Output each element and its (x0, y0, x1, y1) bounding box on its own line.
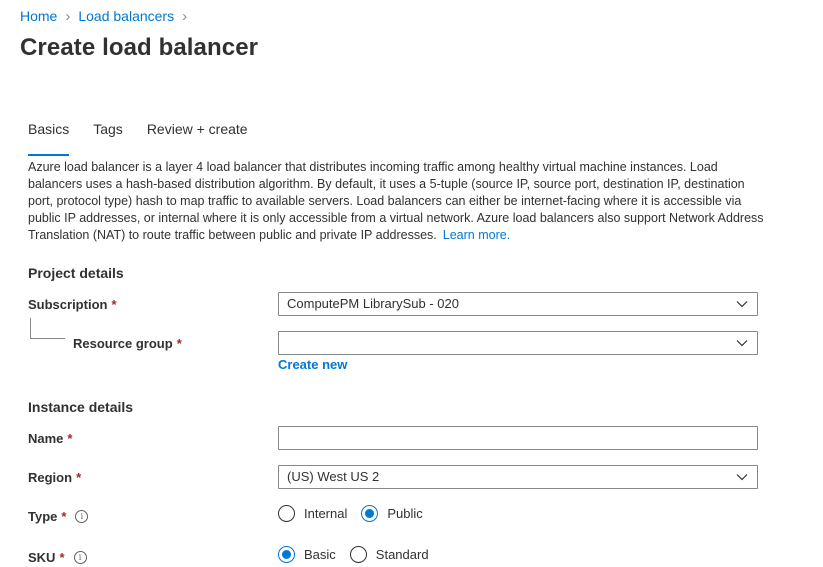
name-input[interactable] (278, 426, 758, 450)
page-title: Create load balancer (20, 34, 259, 61)
required-asterisk: * (61, 509, 67, 524)
region-dropdown[interactable]: (US) West US 2 (278, 465, 758, 489)
type-label: Type * i (28, 509, 89, 524)
sku-label-text: SKU (28, 550, 56, 565)
breadcrumb-load-balancers-link[interactable]: Load balancers (78, 8, 174, 24)
tab-bar: Basics Tags Review + create (28, 121, 272, 156)
type-radio-group: Internal Public (278, 505, 431, 522)
radio-circle (278, 505, 295, 522)
required-asterisk: * (176, 336, 182, 351)
breadcrumb-home-link[interactable]: Home (20, 8, 57, 24)
tab-review-create[interactable]: Review + create (147, 121, 248, 147)
chevron-down-icon (736, 301, 748, 308)
required-asterisk: * (59, 550, 65, 565)
instance-details-heading: Instance details (28, 399, 134, 415)
info-icon[interactable]: i (75, 510, 89, 523)
name-label-text: Name (28, 431, 64, 446)
tab-tags[interactable]: Tags (93, 121, 123, 147)
radio-label: Internal (304, 506, 348, 521)
subscription-label-text: Subscription (28, 297, 108, 312)
radio-label: Public (387, 506, 423, 521)
required-asterisk: * (67, 431, 73, 446)
resource-group-label-text: Resource group (73, 336, 173, 351)
subscription-dropdown[interactable]: ComputePM LibrarySub - 020 (278, 292, 758, 316)
chevron-right-icon: › (65, 7, 71, 25)
sku-radio-basic[interactable]: Basic (278, 546, 336, 563)
info-icon[interactable]: i (73, 551, 87, 564)
region-label: Region * (28, 470, 81, 485)
sku-radio-standard[interactable]: Standard (349, 546, 429, 563)
subscription-value: ComputePM LibrarySub - 020 (287, 296, 459, 311)
radio-label: Standard (375, 547, 429, 562)
type-radio-internal[interactable]: Internal (278, 505, 347, 522)
tab-basics[interactable]: Basics (28, 121, 70, 156)
name-label: Name * (28, 431, 72, 446)
chevron-down-icon (736, 340, 748, 347)
chevron-right-icon: › (182, 7, 188, 25)
type-radio-public[interactable]: Public (361, 505, 423, 522)
required-asterisk: * (111, 297, 117, 312)
resource-group-dropdown[interactable] (278, 331, 758, 355)
radio-circle (349, 546, 367, 563)
radio-label: Basic (304, 547, 336, 562)
chevron-down-icon (736, 474, 748, 481)
project-details-heading: Project details (28, 265, 124, 281)
subscription-label: Subscription * (28, 297, 117, 312)
type-label-text: Type (28, 509, 58, 524)
sku-label: SKU * i (28, 550, 87, 565)
region-label-text: Region (28, 470, 73, 485)
description-text: Azure load balancer is a layer 4 load ba… (28, 159, 768, 244)
required-asterisk: * (76, 470, 82, 485)
tree-connector (30, 318, 65, 339)
sku-radio-group: Basic Standard (278, 546, 437, 563)
breadcrumb: Home › Load balancers › (20, 8, 195, 24)
radio-circle-selected (361, 505, 379, 522)
learn-more-link[interactable]: Learn more. (443, 228, 510, 242)
description-body: Azure load balancer is a layer 4 load ba… (28, 160, 764, 242)
radio-circle-selected (278, 546, 295, 563)
resource-group-label: Resource group * (73, 336, 182, 351)
region-value: (US) West US 2 (287, 469, 380, 484)
create-new-resource-group-link[interactable]: Create new (278, 357, 347, 372)
